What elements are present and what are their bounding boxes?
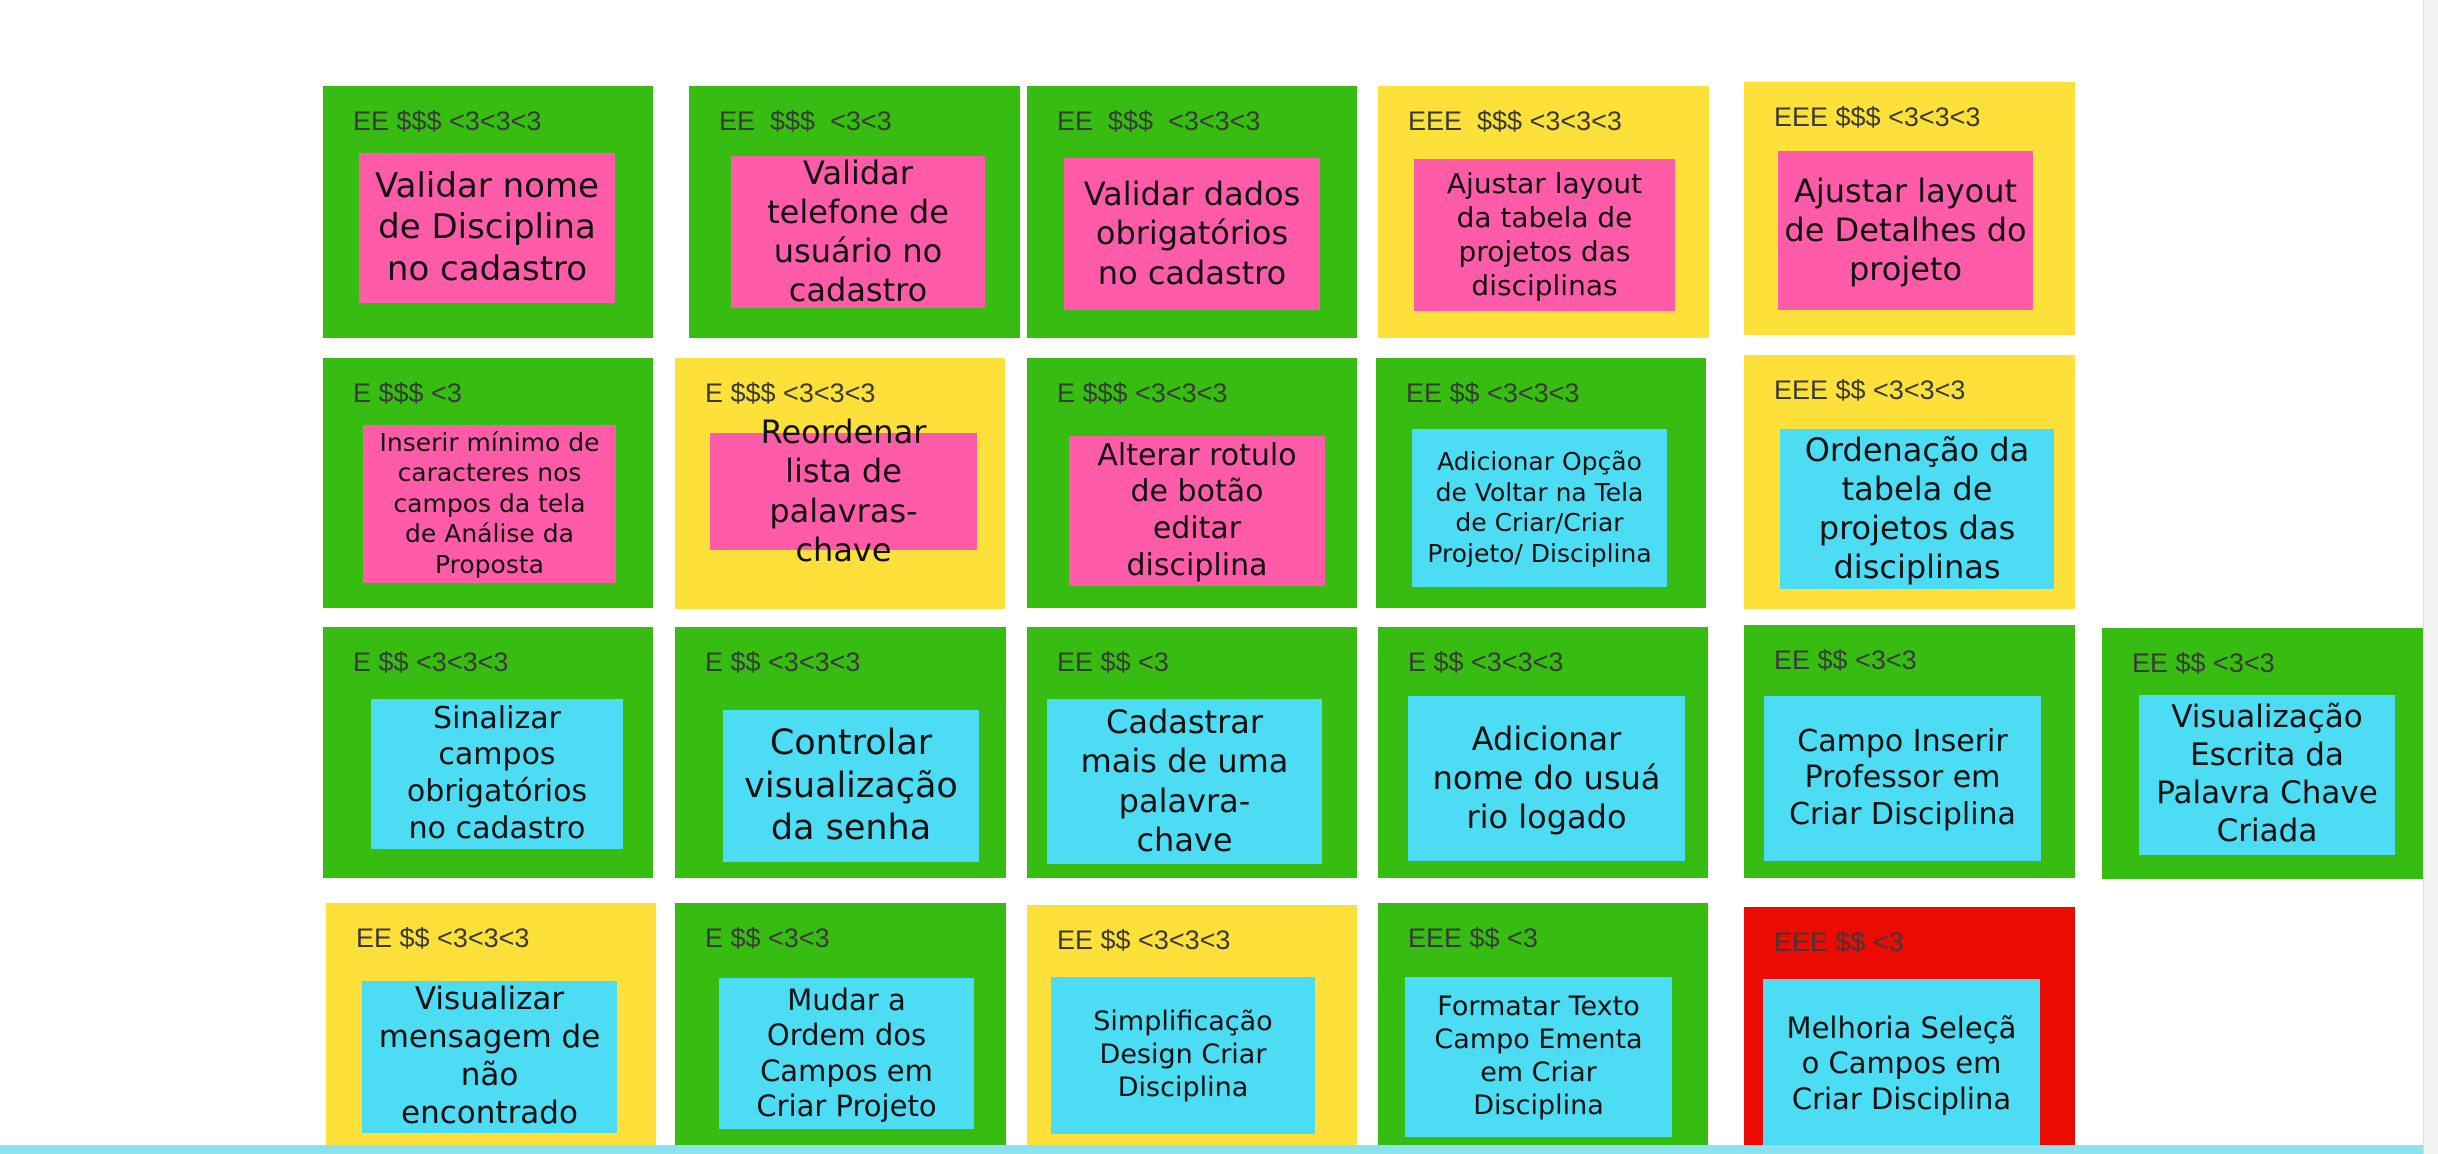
story-card-estimate: EE $$$ <3<3<3 — [353, 106, 542, 136]
story-card-estimate: EE $$ <3<3<3 — [1057, 925, 1231, 955]
sticky-note[interactable]: Controlar visualização da senha — [723, 710, 979, 862]
sticky-note-text: Mudar a Ordem dos Campos em Criar Projet… — [756, 982, 937, 1123]
sticky-note-text: Adicionar nome do usuá rio logado — [1432, 719, 1661, 837]
sticky-note-text: Sinalizar campos obrigatórios no cadastr… — [406, 700, 588, 846]
sticky-note[interactable]: Ajustar layout da tabela de projetos das… — [1414, 159, 1675, 311]
story-card-estimate: EE $$ <3<3<3 — [1406, 378, 1580, 408]
story-card-estimate: EEE $$$ <3<3<3 — [1774, 102, 1981, 132]
story-card[interactable]: EE $$$ <3<3<3 Validar dados obrigatórios … — [1027, 86, 1357, 338]
sticky-note-text: Inserir mínimo de caracteres nos campos … — [379, 427, 600, 579]
story-card[interactable]: E $$ <3<3<3 Adicionar nome do usuá rio lo… — [1378, 627, 1708, 878]
sticky-note[interactable]: Validar telefone de usuário no cadastro — [731, 153, 985, 310]
sticky-note-text: Adicionar Opção de Voltar na Tela de Cri… — [1427, 447, 1652, 568]
sticky-note-board[interactable]: EE $$$ <3<3<3 Validar nome de Disciplina … — [0, 0, 2438, 1154]
sticky-note[interactable]: Ajustar layout de Detalhes do projeto — [1778, 151, 2033, 310]
story-card-estimate: EE $$ <3<3 — [2132, 648, 2275, 678]
sticky-note[interactable]: Adicionar nome do usuá rio logado — [1408, 696, 1685, 861]
sticky-note-text: Ajustar layout da tabela de projetos das… — [1446, 166, 1643, 303]
sticky-note-text: Campo Inserir Professor em Criar Discipl… — [1789, 723, 2016, 832]
sticky-note-text: Cadastrar mais de uma palavra- chave — [1080, 703, 1289, 859]
story-card-estimate: E $$ <3<3<3 — [353, 647, 509, 677]
sticky-note-text: Simplificação Design Criar Disciplina — [1093, 1006, 1273, 1103]
story-card-estimate: EE $$$ <3<3 — [719, 106, 892, 136]
sticky-note-text: Validar telefone de usuário no cadastro — [767, 153, 949, 310]
story-card[interactable]: EE $$ <3<3 Visualização Escrita da Palavr… — [2102, 628, 2433, 879]
story-card-estimate: EE $$ <3<3 — [1774, 645, 1917, 675]
sticky-note-text: Validar dados obrigatórios no cadastro — [1083, 175, 1301, 292]
sticky-note-text: Melhoria Seleçã o Campos em Criar Discip… — [1786, 1010, 2017, 1116]
story-card[interactable]: EE $$ <3<3<3 Simplificação Design Criar D… — [1027, 905, 1357, 1154]
story-card-estimate: E $$$ <3 — [353, 378, 462, 408]
story-card[interactable]: E $$ <3<3<3 Sinalizar campos obrigatórios… — [323, 627, 653, 878]
story-card-estimate: E $$$ <3<3<3 — [1057, 378, 1228, 408]
story-card-estimate: E $$ <3<3<3 — [705, 647, 861, 677]
sticky-note[interactable]: Visualização Escrita da Palavra Chave Cr… — [2139, 695, 2395, 855]
story-card-estimate: EEE $$$ <3<3<3 — [1408, 106, 1622, 136]
story-card[interactable]: EEE $$ <3 Formatar Texto Campo Ementa em … — [1378, 903, 1708, 1154]
story-card-estimate: E $$$ <3<3<3 — [705, 378, 876, 408]
story-card-estimate: EE $$ <3 — [1057, 647, 1169, 677]
sticky-note-text: Reordenar lista de palavras- chave — [760, 413, 927, 569]
story-card[interactable]: EEE $$$ <3<3<3 Ajustar layout da tabela d… — [1378, 86, 1709, 338]
story-card[interactable]: EE $$ <3 Cadastrar mais de uma palavra- c… — [1027, 627, 1357, 878]
story-card[interactable]: E $$$ <3<3<3 Alterar rotulo de botão edit… — [1027, 358, 1357, 608]
sticky-note-text: Visualização Escrita da Palavra Chave Cr… — [2156, 699, 2378, 849]
story-card[interactable]: EE $$$ <3<3 Validar telefone de usuário n… — [689, 86, 1020, 338]
story-card[interactable]: E $$ <3<3 Mudar a Ordem dos Campos em Cri… — [675, 903, 1006, 1154]
sticky-note[interactable]: Formatar Texto Campo Ementa em Criar Dis… — [1405, 977, 1672, 1137]
story-card[interactable]: EE $$$ <3<3<3 Validar nome de Disciplina … — [323, 86, 653, 338]
sticky-note-text: Validar nome de Disciplina no cadastro — [375, 165, 599, 289]
sticky-note[interactable]: Simplificação Design Criar Disciplina — [1051, 977, 1315, 1134]
sticky-note-text: Ordenação da tabela de projetos das disc… — [1804, 430, 2030, 587]
story-card-estimate: EE $$ <3<3<3 — [356, 923, 530, 953]
sticky-note[interactable]: Alterar rotulo de botão editar disciplin… — [1069, 436, 1325, 586]
sticky-note[interactable]: Campo Inserir Professor em Criar Discipl… — [1764, 696, 2041, 861]
story-card-estimate: EEE $$ <3<3<3 — [1774, 375, 1966, 405]
story-card-estimate: EEE $$ <3 — [1408, 923, 1538, 953]
sticky-note[interactable]: Visualizar mensagem de não encontrado — [362, 981, 617, 1133]
story-card[interactable]: E $$ <3<3<3 Controlar visualização da sen… — [675, 627, 1006, 878]
sticky-note[interactable]: Melhoria Seleçã o Campos em Criar Discip… — [1763, 979, 2040, 1149]
story-card[interactable]: EEE $$ <3 Melhoria Seleçã o Campos em Cri… — [1744, 907, 2075, 1154]
sticky-note[interactable]: Sinalizar campos obrigatórios no cadastr… — [371, 699, 623, 849]
sticky-note-text: Visualizar mensagem de não encontrado — [378, 981, 601, 1131]
bottom-strip — [0, 1145, 2438, 1154]
sticky-note-text: Alterar rotulo de botão editar disciplin… — [1097, 437, 1297, 583]
story-card[interactable]: E $$$ <3 Inserir mínimo de caracteres nos… — [323, 358, 653, 608]
story-card[interactable]: E $$$ <3<3<3 Reordenar lista de palavras-… — [675, 358, 1005, 609]
vertical-scrollbar[interactable] — [2423, 0, 2438, 1154]
sticky-note[interactable]: Validar dados obrigatórios no cadastro — [1064, 158, 1320, 310]
sticky-note[interactable]: Ordenação da tabela de projetos das disc… — [1780, 429, 2054, 589]
sticky-note-text: Formatar Texto Campo Ementa em Criar Dis… — [1434, 991, 1643, 1121]
story-card[interactable]: EE $$ <3<3<3 Visualizar mensagem de não e… — [326, 903, 656, 1154]
sticky-note[interactable]: Reordenar lista de palavras- chave — [710, 413, 977, 569]
sticky-note[interactable]: Adicionar Opção de Voltar na Tela de Cri… — [1412, 429, 1667, 587]
sticky-note[interactable]: Validar nome de Disciplina no cadastro — [359, 153, 615, 303]
story-card-estimate: E $$ <3<3<3 — [1408, 647, 1564, 677]
story-card-estimate: E $$ <3<3 — [705, 923, 830, 953]
story-card[interactable]: EEE $$$ <3<3<3 Ajustar layout de Detalhes… — [1744, 82, 2075, 335]
sticky-note[interactable]: Cadastrar mais de uma palavra- chave — [1047, 699, 1322, 864]
story-card-estimate: EE $$$ <3<3<3 — [1057, 106, 1261, 136]
sticky-note-text: Ajustar layout de Detalhes do projeto — [1784, 171, 2027, 289]
sticky-note-text: Controlar visualização da senha — [744, 722, 958, 849]
story-card[interactable]: EE $$ <3<3<3 Adicionar Opção de Voltar na… — [1376, 358, 1706, 608]
sticky-note[interactable]: Mudar a Ordem dos Campos em Criar Projet… — [719, 978, 974, 1129]
story-card-estimate: EEE $$ <3 — [1774, 927, 1904, 957]
story-card[interactable]: EEE $$ <3<3<3 Ordenação da tabela de proj… — [1744, 355, 2075, 609]
story-card[interactable]: EE $$ <3<3 Campo Inserir Professor em Cri… — [1744, 625, 2075, 878]
sticky-note[interactable]: Inserir mínimo de caracteres nos campos … — [363, 425, 616, 583]
